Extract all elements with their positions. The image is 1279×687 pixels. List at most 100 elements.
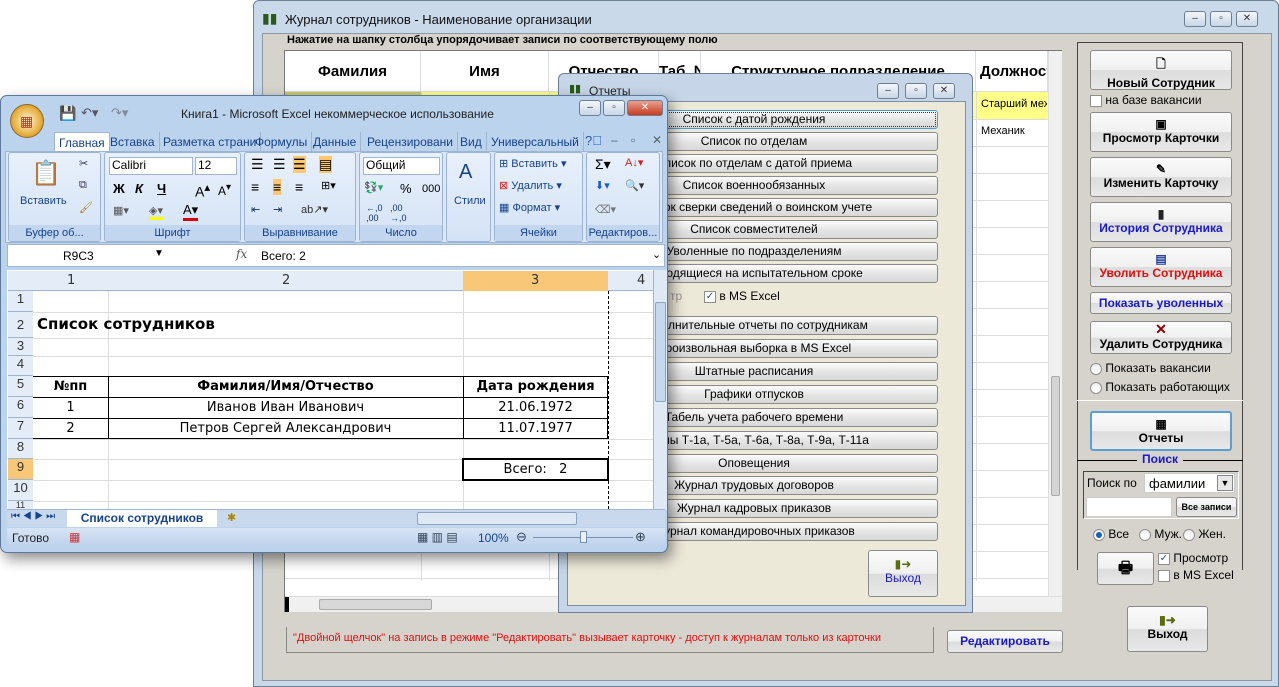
font-color-icon[interactable]: A▾	[183, 202, 199, 221]
show-working-radio[interactable]: Показать работающих	[1090, 380, 1230, 394]
show-dismissed-button[interactable]: Показать уволенных	[1090, 292, 1232, 314]
tab-data[interactable]: Данные	[309, 132, 362, 152]
insert-cells-button[interactable]: ⊞ Вставить ▾	[499, 157, 567, 170]
save-icon[interactable]: 💾	[59, 105, 76, 122]
ribbon-restore-icon[interactable]: ▫	[631, 133, 635, 147]
name-box[interactable]: R9C3	[63, 249, 94, 263]
minimize-button[interactable]: –	[1184, 11, 1206, 27]
fill-icon[interactable]: ⬇▾	[595, 179, 610, 192]
cell[interactable]: 11.07.1977	[463, 421, 608, 436]
align-center-icon[interactable]: ≡	[273, 179, 282, 195]
column-header-position[interactable]: Должность	[976, 51, 1048, 91]
row-header[interactable]: 5	[8, 376, 33, 397]
paste-button[interactable]: Вставить	[20, 195, 67, 207]
history-button[interactable]: ▮ История Сотрудника	[1090, 202, 1232, 242]
find-icon[interactable]: 🔍▾	[625, 179, 644, 192]
excel-checkbox[interactable]: в MS Excel	[1158, 568, 1234, 582]
row-header[interactable]: 4	[8, 356, 33, 376]
tab-insert[interactable]: Вставка	[106, 132, 160, 152]
wrap-text-icon[interactable]: ▤	[319, 156, 333, 173]
autosum-icon[interactable]: Σ▾	[595, 156, 611, 173]
row-header[interactable]: 1	[8, 291, 33, 312]
fill-color-icon[interactable]: ◈▾	[149, 204, 163, 220]
group-styles[interactable]: A Стили	[446, 152, 491, 242]
excel-vertical-scrollbar[interactable]	[653, 270, 667, 510]
shrink-font-icon[interactable]: A▾	[218, 182, 231, 198]
tab-home[interactable]: Главная	[54, 132, 110, 152]
sheet-tab-active[interactable]: Список сотрудников	[67, 510, 217, 527]
tab-page-layout[interactable]: Разметка страни	[159, 132, 262, 152]
ribbon-close-icon[interactable]: ✕	[652, 133, 662, 147]
header-cell-number[interactable]: №пп	[33, 379, 108, 394]
reports-close-button[interactable]: ✕	[933, 83, 955, 99]
delete-employee-button[interactable]: ✕ Удалить Сотрудника	[1090, 321, 1232, 354]
row-header[interactable]: 7	[8, 418, 33, 439]
search-input[interactable]	[1086, 497, 1172, 517]
print-button[interactable]: 🖶	[1097, 552, 1154, 585]
increase-indent-icon[interactable]: ⇥	[273, 203, 282, 216]
search-field-select[interactable]: фамилии ▼	[1144, 473, 1235, 493]
cell[interactable]: Иванов Иван Иванович	[108, 400, 463, 415]
edit-mode-button[interactable]: Редактировать	[947, 630, 1063, 653]
name-box-dropdown-icon[interactable]: ▼	[154, 248, 164, 259]
font-size-select[interactable]: 12	[195, 157, 237, 175]
decrease-decimal-icon[interactable]: ,00 →,0	[390, 203, 407, 223]
exit-button[interactable]: ▮➜ Выход	[1127, 606, 1208, 652]
total-cell[interactable]: Всего: 2	[463, 462, 608, 477]
edit-card-button[interactable]: ✎ Изменить Карточку	[1090, 157, 1232, 197]
preview-checkbox[interactable]: ✓ Просмотр	[1158, 551, 1228, 565]
vacancy-based-checkbox[interactable]: на базе вакансии	[1090, 93, 1202, 107]
column-header-firstname[interactable]: Имя	[421, 51, 549, 91]
merge-center-icon[interactable]: ⊞▾	[321, 179, 336, 192]
col-header-1[interactable]: 1	[67, 273, 75, 288]
function-icon[interactable]: fx	[236, 247, 247, 261]
office-button[interactable]: ▦	[10, 104, 44, 138]
orientation-icon[interactable]: ab↗▾	[301, 203, 328, 216]
horizontal-scroll-thumb[interactable]	[417, 512, 577, 525]
row-header[interactable]: 9	[8, 459, 33, 480]
decrease-indent-icon[interactable]: ⇤	[251, 203, 260, 216]
scrollbar-thumb[interactable]	[1051, 376, 1060, 496]
chevron-down-icon[interactable]: ▼	[1217, 475, 1233, 491]
reports-maximize-button[interactable]: ▫	[905, 83, 927, 99]
currency-icon[interactable]: 💱▾	[364, 181, 383, 194]
percent-button[interactable]: %	[400, 181, 412, 196]
scrollbar-thumb[interactable]	[655, 302, 666, 402]
grow-font-icon[interactable]: A▴	[195, 180, 210, 200]
sheet-title-cell[interactable]: Список сотрудников	[37, 315, 215, 333]
format-cells-button[interactable]: ▦ Формат ▾	[499, 201, 560, 214]
sort-filter-icon[interactable]: A↓▾	[625, 156, 643, 169]
undo-icon[interactable]: ↶▾	[81, 105, 98, 121]
reports-button[interactable]: ▦ Отчеты	[1090, 411, 1232, 451]
gender-male-radio[interactable]: Муж.	[1139, 527, 1182, 541]
header-cell-birthdate[interactable]: Дата рождения	[463, 379, 608, 394]
styles-button[interactable]: Стили	[454, 195, 486, 207]
cell[interactable]: 1	[33, 400, 108, 415]
new-employee-button[interactable]: 🗋 Новый Сотрудник	[1090, 50, 1232, 90]
column-header-lastname[interactable]: Фамилия	[285, 51, 421, 91]
align-left-icon[interactable]: ≡	[251, 179, 259, 195]
row-header[interactable]: 2	[8, 312, 33, 338]
clear-icon[interactable]: ⌫▾	[595, 203, 616, 216]
row-header[interactable]: 6	[8, 397, 33, 418]
align-right-icon[interactable]: ≡	[295, 179, 303, 195]
tab-view[interactable]: Вид	[456, 132, 487, 152]
grid-vertical-scrollbar[interactable]	[1048, 51, 1062, 596]
excel-close-button[interactable]: ✕	[627, 100, 663, 116]
reports-minimize-button[interactable]: –	[877, 83, 899, 99]
macro-record-icon[interactable]: ▦	[69, 530, 80, 544]
ribbon-minimize-icon[interactable]: –	[611, 133, 618, 147]
col-header-2[interactable]: 2	[282, 273, 290, 288]
cell[interactable]: Петров Сергей Александрович	[108, 421, 463, 436]
delete-cells-button[interactable]: ⊠ Удалить ▾	[499, 179, 562, 192]
view-buttons[interactable]: ▦ ▥ ▤	[417, 530, 458, 544]
zoom-level[interactable]: 100%	[478, 531, 509, 545]
row-header[interactable]: 8	[8, 439, 33, 459]
bold-button[interactable]: Ж	[113, 181, 125, 196]
view-card-button[interactable]: ▣ Просмотр Карточки	[1090, 112, 1232, 152]
copy-icon[interactable]: ⧉	[79, 179, 87, 192]
zoom-slider-thumb[interactable]	[580, 531, 587, 543]
increase-decimal-icon[interactable]: ←,0,00	[366, 203, 383, 223]
all-records-button[interactable]: Все записи	[1176, 497, 1237, 517]
tab-formulas[interactable]: Формулы	[251, 132, 313, 152]
